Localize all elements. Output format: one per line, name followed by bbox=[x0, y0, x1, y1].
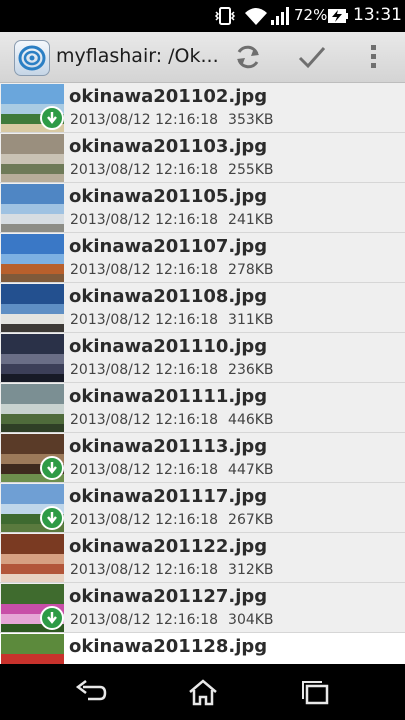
file-size: 447KB bbox=[228, 462, 274, 478]
wifi-icon bbox=[245, 8, 267, 25]
navigation-bar bbox=[0, 664, 405, 720]
file-metadata: 2013/08/12 12:16:18 267KB bbox=[70, 512, 274, 528]
list-item[interactable]: okinawa201107.jpg 2013/08/12 12:16:18 278K… bbox=[0, 233, 405, 283]
file-metadata: 2013/08/12 12:16:18 278KB bbox=[70, 262, 274, 278]
file-date: 2013/08/12 12:16:18 bbox=[70, 412, 219, 428]
file-date: 2013/08/12 12:16:18 bbox=[70, 562, 219, 578]
file-date: 2013/08/12 12:16:18 bbox=[70, 362, 219, 378]
clock: 13:31 bbox=[353, 5, 402, 25]
status-bar: 72% 13:31 bbox=[0, 0, 405, 32]
list-item[interactable]: okinawa201111.jpg 2013/08/12 12:16:18 446K… bbox=[0, 383, 405, 433]
list-item[interactable]: okinawa201122.jpg 2013/08/12 12:16:18 312K… bbox=[0, 533, 405, 583]
file-name: okinawa201107.jpg bbox=[69, 236, 268, 257]
file-date: 2013/08/12 12:16:18 bbox=[70, 312, 219, 328]
vibrate-icon bbox=[214, 7, 236, 25]
file-name: okinawa201128.jpg bbox=[69, 636, 268, 657]
file-metadata: 2013/08/12 12:16:18 255KB bbox=[70, 162, 274, 178]
download-status-icon bbox=[40, 106, 64, 130]
download-status-icon bbox=[40, 506, 64, 530]
file-size: 255KB bbox=[228, 162, 274, 178]
file-size: 304KB bbox=[228, 612, 274, 628]
file-size: 446KB bbox=[228, 412, 274, 428]
file-date: 2013/08/12 12:16:18 bbox=[70, 112, 219, 128]
photo-thumbnail[interactable] bbox=[1, 84, 64, 132]
file-date: 2013/08/12 12:16:18 bbox=[70, 612, 219, 628]
file-date: 2013/08/12 12:16:18 bbox=[70, 162, 219, 178]
list-item[interactable]: okinawa201105.jpg 2013/08/12 12:16:18 241K… bbox=[0, 183, 405, 233]
file-name: okinawa201127.jpg bbox=[69, 586, 268, 607]
file-name: okinawa201117.jpg bbox=[69, 486, 268, 507]
file-metadata: 2013/08/12 12:16:18 236KB bbox=[70, 362, 274, 378]
back-icon[interactable] bbox=[74, 678, 108, 706]
file-name: okinawa201113.jpg bbox=[69, 436, 268, 457]
photo-thumbnail[interactable] bbox=[1, 484, 64, 532]
file-name: okinawa201105.jpg bbox=[69, 186, 268, 207]
file-list[interactable]: okinawa201102.jpg 2013/08/12 12:16:18 353K… bbox=[0, 83, 405, 664]
file-name: okinawa201111.jpg bbox=[69, 386, 268, 407]
file-date: 2013/08/12 12:16:18 bbox=[70, 212, 219, 228]
signal-icon bbox=[271, 7, 289, 25]
file-metadata: 2013/08/12 12:16:18 312KB bbox=[70, 562, 274, 578]
recent-apps-icon[interactable] bbox=[298, 678, 332, 706]
file-date: 2013/08/12 12:16:18 bbox=[70, 262, 219, 278]
photo-thumbnail[interactable] bbox=[1, 434, 64, 482]
file-size: 311KB bbox=[228, 312, 274, 328]
file-name: okinawa201102.jpg bbox=[69, 86, 268, 107]
list-item[interactable]: okinawa201128.jpg bbox=[0, 633, 405, 664]
home-icon[interactable] bbox=[186, 678, 220, 706]
photo-thumbnail[interactable] bbox=[1, 334, 64, 382]
file-size: 312KB bbox=[228, 562, 274, 578]
list-item[interactable]: okinawa201110.jpg 2013/08/12 12:16:18 236K… bbox=[0, 333, 405, 383]
file-size: 278KB bbox=[228, 262, 274, 278]
list-item[interactable]: okinawa201102.jpg 2013/08/12 12:16:18 353K… bbox=[0, 83, 405, 133]
file-metadata: 2013/08/12 12:16:18 304KB bbox=[70, 612, 274, 628]
photo-thumbnail[interactable] bbox=[1, 134, 64, 182]
photo-thumbnail[interactable] bbox=[1, 634, 64, 664]
download-status-icon bbox=[40, 606, 64, 630]
photo-thumbnail[interactable] bbox=[1, 284, 64, 332]
file-name: okinawa201122.jpg bbox=[69, 536, 268, 557]
list-item[interactable]: okinawa201113.jpg 2013/08/12 12:16:18 447K… bbox=[0, 433, 405, 483]
flashair-app-icon[interactable] bbox=[14, 40, 50, 76]
list-item[interactable]: okinawa201127.jpg 2013/08/12 12:16:18 304K… bbox=[0, 583, 405, 633]
refresh-icon[interactable] bbox=[232, 41, 264, 73]
checkmark-icon[interactable] bbox=[296, 41, 328, 73]
file-date: 2013/08/12 12:16:18 bbox=[70, 462, 219, 478]
file-size: 241KB bbox=[228, 212, 274, 228]
download-status-icon bbox=[40, 456, 64, 480]
file-size: 267KB bbox=[228, 512, 274, 528]
file-name: okinawa201110.jpg bbox=[69, 336, 268, 357]
file-size: 236KB bbox=[228, 362, 274, 378]
file-metadata: 2013/08/12 12:16:18 447KB bbox=[70, 462, 274, 478]
file-name: okinawa201108.jpg bbox=[69, 286, 268, 307]
photo-thumbnail[interactable] bbox=[1, 534, 64, 582]
action-bar: myflashair: /Ok... bbox=[0, 32, 405, 83]
photo-thumbnail[interactable] bbox=[1, 584, 64, 632]
file-name: okinawa201103.jpg bbox=[69, 136, 268, 157]
file-size: 353KB bbox=[228, 112, 274, 128]
battery-charging-icon bbox=[328, 9, 348, 23]
list-item[interactable]: okinawa201117.jpg 2013/08/12 12:16:18 267K… bbox=[0, 483, 405, 533]
photo-thumbnail[interactable] bbox=[1, 384, 64, 432]
file-metadata: 2013/08/12 12:16:18 446KB bbox=[70, 412, 274, 428]
list-item[interactable]: okinawa201103.jpg 2013/08/12 12:16:18 255K… bbox=[0, 133, 405, 183]
file-metadata: 2013/08/12 12:16:18 241KB bbox=[70, 212, 274, 228]
file-metadata: 2013/08/12 12:16:18 353KB bbox=[70, 112, 274, 128]
photo-thumbnail[interactable] bbox=[1, 234, 64, 282]
list-item[interactable]: okinawa201108.jpg 2013/08/12 12:16:18 311K… bbox=[0, 283, 405, 333]
photo-thumbnail[interactable] bbox=[1, 184, 64, 232]
app-title: myflashair: /Ok... bbox=[56, 45, 219, 67]
overflow-menu-icon[interactable] bbox=[358, 41, 390, 73]
file-date: 2013/08/12 12:16:18 bbox=[70, 512, 219, 528]
file-metadata: 2013/08/12 12:16:18 311KB bbox=[70, 312, 274, 328]
battery-percentage: 72% bbox=[294, 6, 328, 24]
